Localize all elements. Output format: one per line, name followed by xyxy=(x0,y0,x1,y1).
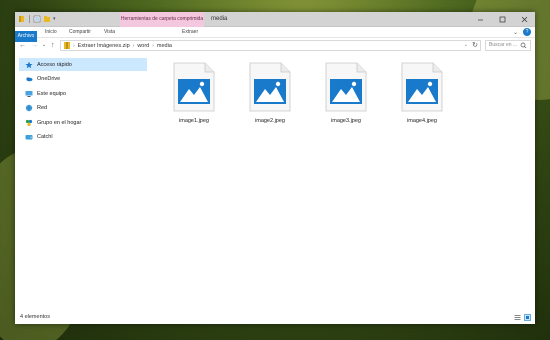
image-file-icon xyxy=(401,62,443,112)
customize-chevron-icon[interactable]: ▾ xyxy=(53,16,56,22)
breadcrumb-separator-icon: › xyxy=(132,42,135,49)
help-icon[interactable]: ? xyxy=(523,28,531,36)
close-icon xyxy=(521,16,527,23)
window-title: media xyxy=(211,16,228,22)
sidebar-item-network[interactable]: Red xyxy=(19,102,147,115)
properties-icon[interactable] xyxy=(33,15,41,23)
close-button[interactable] xyxy=(513,12,535,27)
search-input[interactable]: Buscar en ... xyxy=(485,40,531,51)
computer-icon xyxy=(25,90,33,97)
star-icon xyxy=(25,61,33,68)
breadcrumb-media[interactable]: media xyxy=(157,43,172,49)
minimize-icon xyxy=(477,19,483,21)
item-count: 4 elementos xyxy=(20,314,50,320)
view-switcher xyxy=(514,314,531,321)
breadcrumb-zip[interactable]: Extraer Imágenes.zip xyxy=(78,43,130,49)
cloud-icon xyxy=(26,77,33,82)
drive-icon xyxy=(25,135,33,140)
details-view-icon[interactable] xyxy=(514,314,521,321)
new-folder-icon[interactable] xyxy=(43,15,51,23)
sidebar-item-catchl[interactable]: Catchl xyxy=(19,131,147,144)
expand-ribbon-chevron-icon[interactable]: ⌄ xyxy=(513,29,518,36)
sidebar-item-label: Grupo en el hogar xyxy=(37,119,82,126)
breadcrumb-word[interactable]: word xyxy=(137,43,149,49)
large-icons-view-icon[interactable] xyxy=(524,314,531,321)
file-name: image3.jpeg xyxy=(331,118,361,124)
tab-inicio[interactable]: Inicio xyxy=(45,27,57,38)
back-arrow-icon[interactable]: ← xyxy=(19,39,26,52)
toolbar-separator xyxy=(29,15,30,23)
file-item[interactable]: image3.jpeg xyxy=(315,62,377,124)
sidebar-item-label: Red xyxy=(37,105,48,112)
tab-extraer[interactable]: Extraer xyxy=(182,27,198,38)
sidebar-item-onedrive[interactable]: OneDrive xyxy=(19,73,147,86)
sidebar-item-quick-access[interactable]: Acceso rápido xyxy=(19,58,147,71)
zip-folder-icon xyxy=(64,42,70,49)
address-bar[interactable]: › Extraer Imágenes.zip › word › media ⌄ … xyxy=(60,40,481,51)
window-controls xyxy=(469,12,535,27)
status-bar: 4 elementos xyxy=(15,312,535,324)
tab-vista[interactable]: Vista xyxy=(104,27,115,38)
file-item[interactable]: image1.jpeg xyxy=(163,62,225,124)
sidebar-item-label: Catchl xyxy=(37,134,53,141)
homegroup-icon xyxy=(25,119,33,126)
recent-locations-chevron-icon[interactable]: ⌄ xyxy=(42,39,46,52)
sidebar-item-label: OneDrive xyxy=(37,76,61,83)
navigation-pane: Acceso rápido OneDrive Este equipo Red G… xyxy=(19,58,147,146)
image-file-icon xyxy=(173,62,215,112)
up-arrow-icon[interactable]: ↑ xyxy=(51,39,55,52)
address-dropdown-icon[interactable]: ⌄ xyxy=(464,41,468,50)
sidebar-item-label: Este equipo xyxy=(37,90,67,97)
title-bar: ▾ Herramientas de carpeta comprimida med… xyxy=(15,12,535,27)
maximize-icon xyxy=(499,16,505,23)
compressed-folder-tools-tab[interactable]: Herramientas de carpeta comprimida xyxy=(120,12,204,27)
ribbon-tabs: Archivo Inicio Compartir Vista Extraer ⌄… xyxy=(15,27,535,42)
search-placeholder: Buscar en ... xyxy=(489,42,518,48)
refresh-icon[interactable]: ↻ xyxy=(472,41,478,50)
file-name: image1.jpeg xyxy=(179,118,209,124)
file-explorer-window: ▾ Herramientas de carpeta comprimida med… xyxy=(15,12,535,324)
file-list: image1.jpeg image2.jpeg image3.jpeg imag… xyxy=(155,58,531,306)
ribbon-controls: ⌄ ? xyxy=(513,28,531,36)
image-file-icon xyxy=(325,62,367,112)
minimize-button[interactable] xyxy=(469,12,491,27)
breadcrumb-separator-icon: › xyxy=(73,42,75,49)
file-item[interactable]: image4.jpeg xyxy=(391,62,453,124)
quick-access-toolbar: ▾ xyxy=(18,15,56,23)
sidebar-item-label: Acceso rápido xyxy=(37,61,72,68)
tab-compartir[interactable]: Compartir xyxy=(69,27,91,38)
search-icon xyxy=(520,42,527,49)
navigation-bar: ← → ⌄ ↑ › Extraer Imágenes.zip › word › … xyxy=(15,39,535,52)
file-name: image2.jpeg xyxy=(255,118,285,124)
forward-arrow-icon[interactable]: → xyxy=(31,39,38,52)
file-name: image4.jpeg xyxy=(407,118,437,124)
image-file-icon xyxy=(249,62,291,112)
sidebar-item-homegroup[interactable]: Grupo en el hogar xyxy=(19,116,147,129)
maximize-button[interactable] xyxy=(491,12,513,27)
breadcrumb-separator-icon: › xyxy=(152,42,154,49)
folder-icon[interactable] xyxy=(18,15,26,23)
sidebar-item-this-pc[interactable]: Este equipo xyxy=(19,87,147,100)
network-icon xyxy=(25,105,33,112)
file-item[interactable]: image2.jpeg xyxy=(239,62,301,124)
